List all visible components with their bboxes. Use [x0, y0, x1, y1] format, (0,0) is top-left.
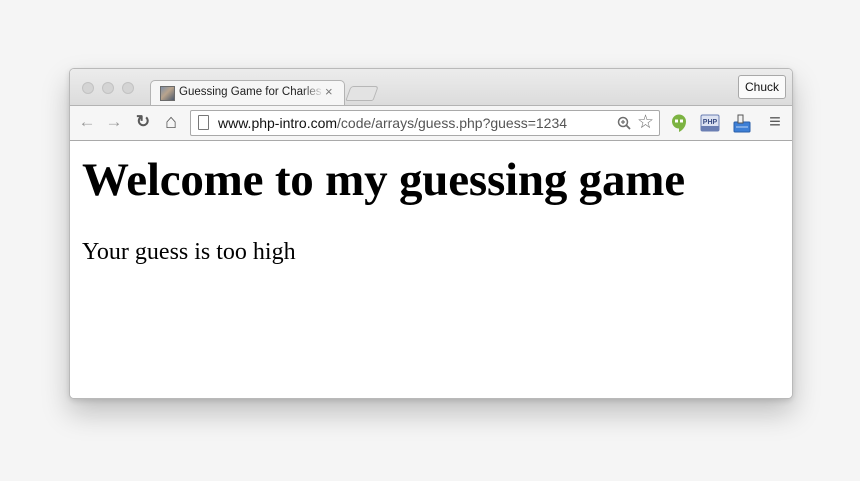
hangouts-icon[interactable] [669, 113, 689, 133]
maximize-window-button[interactable] [122, 82, 134, 94]
forward-arrow-icon[interactable]: → [103, 111, 125, 133]
page-heading: Welcome to my guessing game [82, 154, 685, 206]
address-bar[interactable]: www.php-intro.com/code/arrays/guess.php?… [190, 110, 660, 136]
url-text[interactable]: www.php-intro.com/code/arrays/guess.php?… [218, 115, 567, 131]
home-icon[interactable]: ⌂ [160, 111, 182, 133]
tab-guessing-game[interactable]: Guessing Game for Charles × [150, 80, 345, 106]
back-arrow-icon[interactable]: ← [76, 111, 98, 133]
minimize-window-button[interactable] [102, 82, 114, 94]
php-extension-icon[interactable]: PHP [700, 113, 720, 133]
profile-button[interactable]: Chuck [738, 75, 786, 99]
profile-photo-icon [160, 86, 175, 101]
page-content: Welcome to my guessing game Your guess i… [70, 141, 792, 398]
reload-icon[interactable]: ↻ [132, 111, 154, 133]
toolbar: ← → ↻ ⌂ www.php-intro.com/code/arrays/gu… [70, 105, 792, 141]
page-icon [198, 115, 209, 130]
close-window-button[interactable] [82, 82, 94, 94]
guess-result-message: Your guess is too high [82, 239, 296, 265]
url-host: www.php-intro.com [218, 115, 338, 131]
title-bar: Guessing Game for Charles × Chuck [70, 69, 792, 106]
bookmark-star-icon[interactable]: ☆ [637, 113, 654, 133]
close-icon[interactable]: × [325, 84, 333, 99]
browser-window: Guessing Game for Charles × Chuck ← → ↻ … [69, 68, 793, 399]
zoom-icon[interactable] [617, 116, 631, 130]
new-tab-button[interactable] [345, 86, 379, 101]
tab-title: Guessing Game for Charles [179, 86, 322, 98]
clipboard-extension-icon[interactable] [732, 113, 752, 133]
url-path: /code/arrays/guess.php?guess=1234 [337, 115, 568, 131]
menu-icon[interactable]: ≡ [764, 111, 786, 133]
svg-text:PHP: PHP [703, 119, 718, 126]
